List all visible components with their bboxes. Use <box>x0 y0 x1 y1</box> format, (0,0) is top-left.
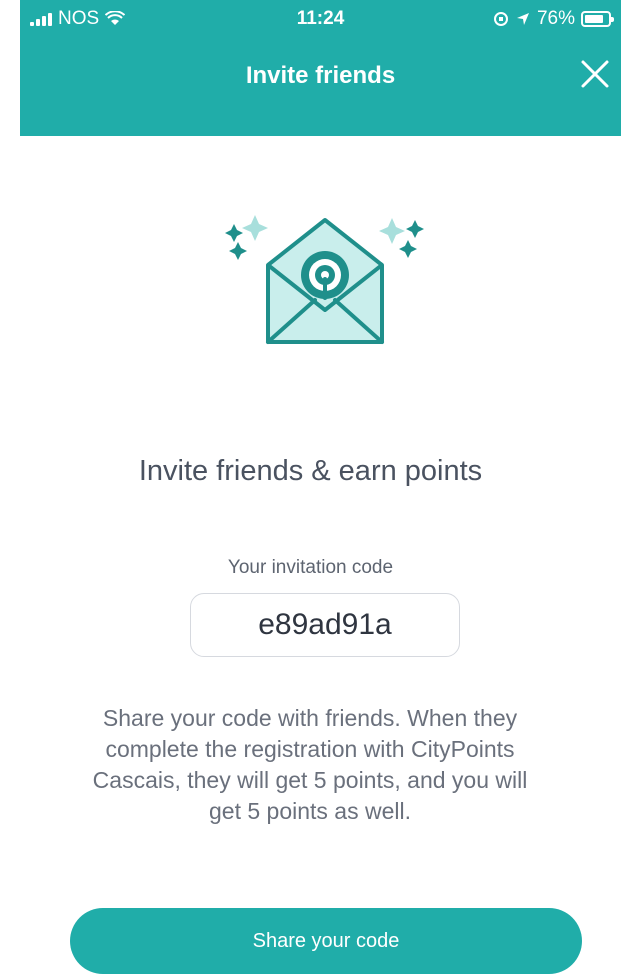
share-code-label: Share your code <box>252 929 400 952</box>
invitation-code-label: Your invitation code <box>227 557 394 578</box>
share-code-button[interactable]: Share your code <box>70 908 582 974</box>
headline: Invite friends & earn points <box>138 455 483 487</box>
status-right: 76% <box>493 8 614 30</box>
envelope-icon <box>225 215 424 344</box>
invitation-code-value: e89ad91a <box>258 608 392 641</box>
orientation-lock-icon <box>493 12 508 26</box>
location-icon <box>516 13 529 25</box>
battery-icon <box>581 11 614 27</box>
status-bar: NOS 11:24 76% <box>20 0 621 38</box>
invitation-code-box[interactable]: e89ad91a <box>190 593 460 657</box>
close-icon[interactable] <box>575 54 615 94</box>
app-header: NOS 11:24 76% Invite friends <box>20 0 621 136</box>
description-text: Share your code with friends. When they … <box>92 705 528 824</box>
battery-percent: 76% <box>536 8 575 29</box>
page-title: Invite friends <box>245 62 396 89</box>
